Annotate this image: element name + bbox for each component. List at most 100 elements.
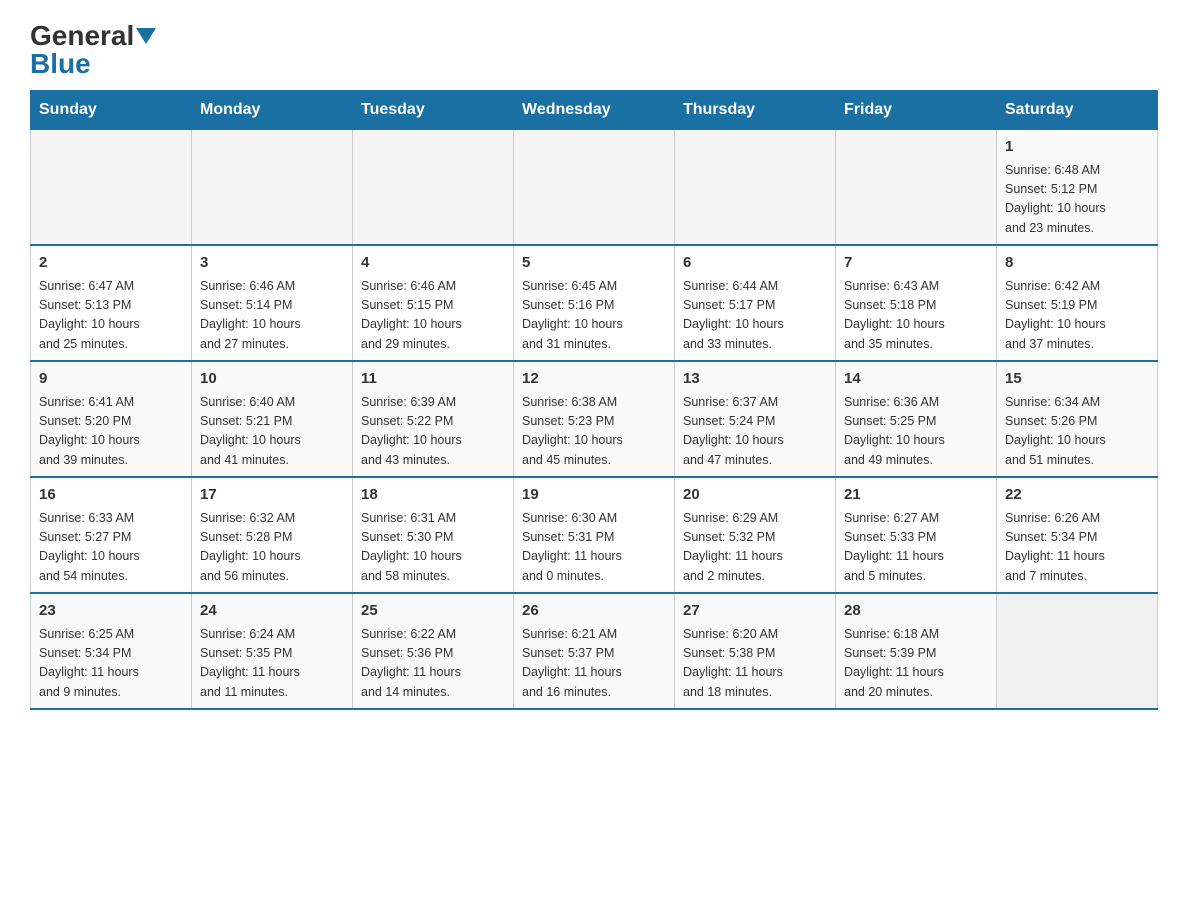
- calendar-cell: 25Sunrise: 6:22 AM Sunset: 5:36 PM Dayli…: [353, 593, 514, 709]
- calendar-cell: 12Sunrise: 6:38 AM Sunset: 5:23 PM Dayli…: [514, 361, 675, 477]
- day-number: 23: [39, 600, 183, 623]
- weekday-header-tuesday: Tuesday: [353, 91, 514, 130]
- day-number: 16: [39, 484, 183, 507]
- day-number: 26: [522, 600, 666, 623]
- day-number: 7: [844, 252, 988, 275]
- calendar-cell: 21Sunrise: 6:27 AM Sunset: 5:33 PM Dayli…: [836, 477, 997, 593]
- day-info: Sunrise: 6:41 AM Sunset: 5:20 PM Dayligh…: [39, 393, 183, 471]
- calendar-week-row: 23Sunrise: 6:25 AM Sunset: 5:34 PM Dayli…: [31, 593, 1158, 709]
- logo-blue: Blue: [30, 48, 91, 80]
- day-number: 5: [522, 252, 666, 275]
- day-info: Sunrise: 6:29 AM Sunset: 5:32 PM Dayligh…: [683, 509, 827, 587]
- calendar-cell: [192, 130, 353, 246]
- day-number: 10: [200, 368, 344, 391]
- calendar-cell: 11Sunrise: 6:39 AM Sunset: 5:22 PM Dayli…: [353, 361, 514, 477]
- day-info: Sunrise: 6:24 AM Sunset: 5:35 PM Dayligh…: [200, 625, 344, 703]
- day-info: Sunrise: 6:31 AM Sunset: 5:30 PM Dayligh…: [361, 509, 505, 587]
- calendar-cell: 20Sunrise: 6:29 AM Sunset: 5:32 PM Dayli…: [675, 477, 836, 593]
- calendar-cell: 7Sunrise: 6:43 AM Sunset: 5:18 PM Daylig…: [836, 245, 997, 361]
- calendar-cell: 4Sunrise: 6:46 AM Sunset: 5:15 PM Daylig…: [353, 245, 514, 361]
- day-number: 4: [361, 252, 505, 275]
- weekday-header-saturday: Saturday: [997, 91, 1158, 130]
- calendar-cell: 10Sunrise: 6:40 AM Sunset: 5:21 PM Dayli…: [192, 361, 353, 477]
- calendar-cell: 2Sunrise: 6:47 AM Sunset: 5:13 PM Daylig…: [31, 245, 192, 361]
- calendar-cell: [836, 130, 997, 246]
- day-info: Sunrise: 6:37 AM Sunset: 5:24 PM Dayligh…: [683, 393, 827, 471]
- day-info: Sunrise: 6:36 AM Sunset: 5:25 PM Dayligh…: [844, 393, 988, 471]
- day-number: 20: [683, 484, 827, 507]
- calendar-cell: 3Sunrise: 6:46 AM Sunset: 5:14 PM Daylig…: [192, 245, 353, 361]
- calendar-cell: 24Sunrise: 6:24 AM Sunset: 5:35 PM Dayli…: [192, 593, 353, 709]
- weekday-header-sunday: Sunday: [31, 91, 192, 130]
- calendar-cell: 19Sunrise: 6:30 AM Sunset: 5:31 PM Dayli…: [514, 477, 675, 593]
- day-info: Sunrise: 6:46 AM Sunset: 5:14 PM Dayligh…: [200, 277, 344, 355]
- day-number: 19: [522, 484, 666, 507]
- day-info: Sunrise: 6:40 AM Sunset: 5:21 PM Dayligh…: [200, 393, 344, 471]
- day-info: Sunrise: 6:21 AM Sunset: 5:37 PM Dayligh…: [522, 625, 666, 703]
- day-info: Sunrise: 6:25 AM Sunset: 5:34 PM Dayligh…: [39, 625, 183, 703]
- day-info: Sunrise: 6:46 AM Sunset: 5:15 PM Dayligh…: [361, 277, 505, 355]
- day-number: 6: [683, 252, 827, 275]
- calendar-week-row: 1Sunrise: 6:48 AM Sunset: 5:12 PM Daylig…: [31, 130, 1158, 246]
- day-info: Sunrise: 6:39 AM Sunset: 5:22 PM Dayligh…: [361, 393, 505, 471]
- calendar-cell: 15Sunrise: 6:34 AM Sunset: 5:26 PM Dayli…: [997, 361, 1158, 477]
- day-info: Sunrise: 6:32 AM Sunset: 5:28 PM Dayligh…: [200, 509, 344, 587]
- day-info: Sunrise: 6:48 AM Sunset: 5:12 PM Dayligh…: [1005, 161, 1149, 239]
- calendar-cell: [514, 130, 675, 246]
- day-number: 15: [1005, 368, 1149, 391]
- calendar-cell: [31, 130, 192, 246]
- day-number: 12: [522, 368, 666, 391]
- calendar-week-row: 2Sunrise: 6:47 AM Sunset: 5:13 PM Daylig…: [31, 245, 1158, 361]
- calendar-cell: 13Sunrise: 6:37 AM Sunset: 5:24 PM Dayli…: [675, 361, 836, 477]
- day-number: 18: [361, 484, 505, 507]
- calendar-cell: 23Sunrise: 6:25 AM Sunset: 5:34 PM Dayli…: [31, 593, 192, 709]
- calendar-cell: 28Sunrise: 6:18 AM Sunset: 5:39 PM Dayli…: [836, 593, 997, 709]
- calendar-cell: 6Sunrise: 6:44 AM Sunset: 5:17 PM Daylig…: [675, 245, 836, 361]
- day-number: 13: [683, 368, 827, 391]
- day-number: 1: [1005, 136, 1149, 159]
- day-number: 27: [683, 600, 827, 623]
- day-info: Sunrise: 6:27 AM Sunset: 5:33 PM Dayligh…: [844, 509, 988, 587]
- calendar-table: SundayMondayTuesdayWednesdayThursdayFrid…: [30, 90, 1158, 710]
- calendar-cell: [353, 130, 514, 246]
- day-number: 17: [200, 484, 344, 507]
- logo-triangle-icon: [136, 28, 156, 44]
- day-number: 25: [361, 600, 505, 623]
- day-info: Sunrise: 6:45 AM Sunset: 5:16 PM Dayligh…: [522, 277, 666, 355]
- day-info: Sunrise: 6:33 AM Sunset: 5:27 PM Dayligh…: [39, 509, 183, 587]
- day-info: Sunrise: 6:42 AM Sunset: 5:19 PM Dayligh…: [1005, 277, 1149, 355]
- day-number: 11: [361, 368, 505, 391]
- calendar-cell: 9Sunrise: 6:41 AM Sunset: 5:20 PM Daylig…: [31, 361, 192, 477]
- page-header: General Blue: [30, 20, 1158, 80]
- day-number: 9: [39, 368, 183, 391]
- calendar-week-row: 9Sunrise: 6:41 AM Sunset: 5:20 PM Daylig…: [31, 361, 1158, 477]
- day-number: 28: [844, 600, 988, 623]
- day-info: Sunrise: 6:30 AM Sunset: 5:31 PM Dayligh…: [522, 509, 666, 587]
- day-info: Sunrise: 6:26 AM Sunset: 5:34 PM Dayligh…: [1005, 509, 1149, 587]
- calendar-cell: [997, 593, 1158, 709]
- weekday-header-thursday: Thursday: [675, 91, 836, 130]
- logo: General Blue: [30, 20, 158, 80]
- calendar-cell: 27Sunrise: 6:20 AM Sunset: 5:38 PM Dayli…: [675, 593, 836, 709]
- calendar-cell: 22Sunrise: 6:26 AM Sunset: 5:34 PM Dayli…: [997, 477, 1158, 593]
- calendar-cell: 8Sunrise: 6:42 AM Sunset: 5:19 PM Daylig…: [997, 245, 1158, 361]
- day-number: 21: [844, 484, 988, 507]
- calendar-cell: 16Sunrise: 6:33 AM Sunset: 5:27 PM Dayli…: [31, 477, 192, 593]
- day-info: Sunrise: 6:18 AM Sunset: 5:39 PM Dayligh…: [844, 625, 988, 703]
- day-number: 14: [844, 368, 988, 391]
- day-info: Sunrise: 6:44 AM Sunset: 5:17 PM Dayligh…: [683, 277, 827, 355]
- calendar-cell: 1Sunrise: 6:48 AM Sunset: 5:12 PM Daylig…: [997, 130, 1158, 246]
- day-info: Sunrise: 6:43 AM Sunset: 5:18 PM Dayligh…: [844, 277, 988, 355]
- weekday-header-monday: Monday: [192, 91, 353, 130]
- day-info: Sunrise: 6:47 AM Sunset: 5:13 PM Dayligh…: [39, 277, 183, 355]
- day-number: 22: [1005, 484, 1149, 507]
- day-number: 24: [200, 600, 344, 623]
- calendar-cell: 14Sunrise: 6:36 AM Sunset: 5:25 PM Dayli…: [836, 361, 997, 477]
- weekday-header-wednesday: Wednesday: [514, 91, 675, 130]
- day-info: Sunrise: 6:22 AM Sunset: 5:36 PM Dayligh…: [361, 625, 505, 703]
- calendar-cell: [675, 130, 836, 246]
- day-number: 8: [1005, 252, 1149, 275]
- day-number: 2: [39, 252, 183, 275]
- calendar-cell: 18Sunrise: 6:31 AM Sunset: 5:30 PM Dayli…: [353, 477, 514, 593]
- weekday-header-row: SundayMondayTuesdayWednesdayThursdayFrid…: [31, 91, 1158, 130]
